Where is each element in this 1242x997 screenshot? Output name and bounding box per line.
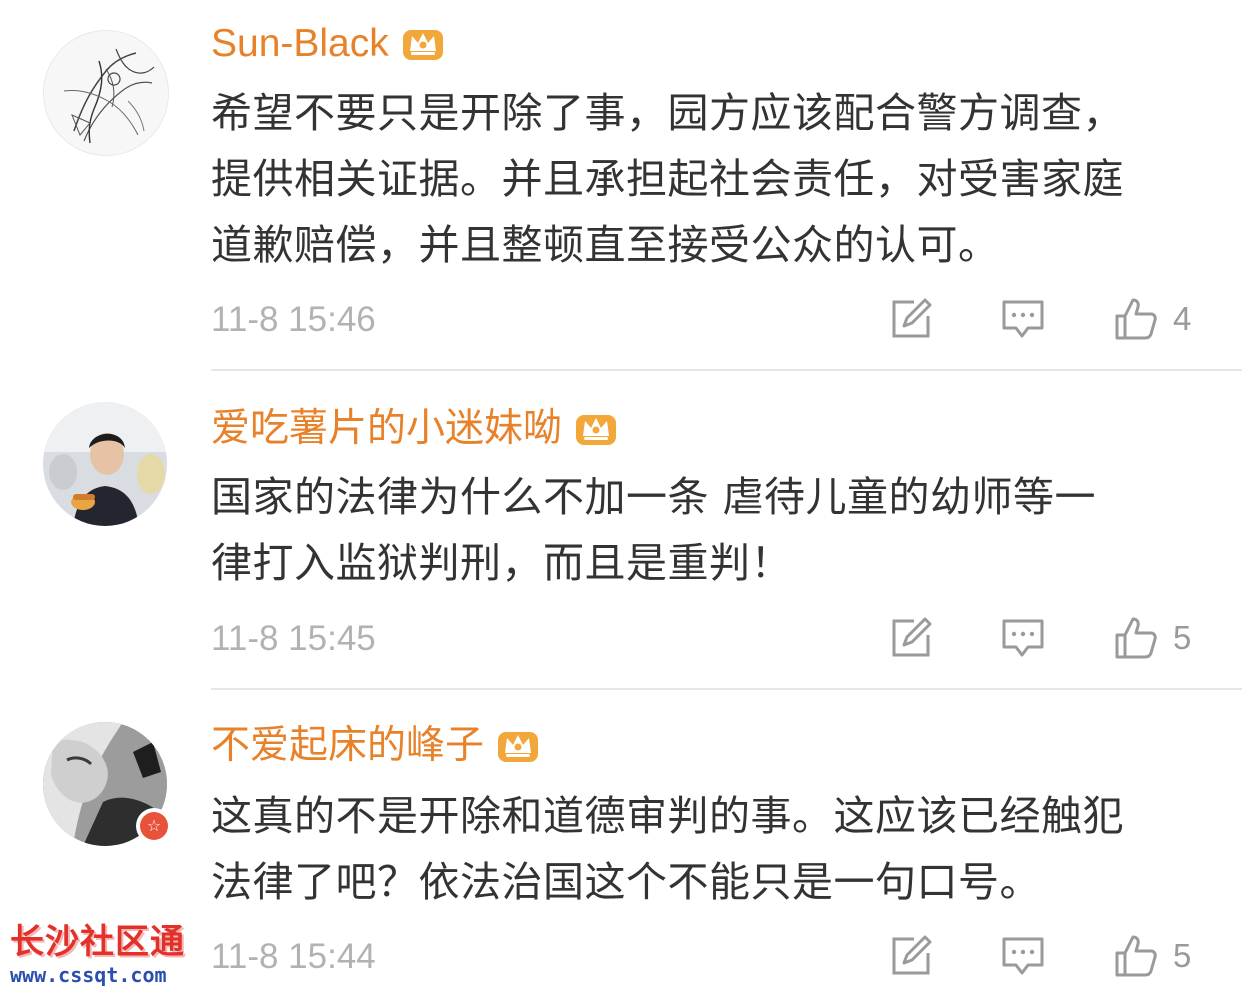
like-button[interactable]: 5 bbox=[1113, 933, 1191, 979]
timestamp: 11-8 15:44 bbox=[211, 937, 376, 976]
comment-text: 希望不要只是开除了事，园方应该配合警方调查， 提供相关证据。并且承担起社会责任，… bbox=[211, 89, 1124, 269]
vip-crown-icon bbox=[401, 24, 445, 62]
like-count: 5 bbox=[1173, 619, 1192, 656]
comment-item: ☆ 不爱起床的峰子 这真的不是开除和道德审判的事。这应该已经触犯 法律了吧？依法… bbox=[0, 690, 1242, 997]
watermark-title: 长沙社区通 bbox=[10, 922, 185, 962]
username-row: 爱吃薯片的小迷妹呦 bbox=[211, 398, 618, 458]
verified-star-badge-icon: ☆ bbox=[140, 812, 168, 840]
comment-meta-row: 11-8 15:45 5 bbox=[211, 615, 1201, 665]
comment-meta-row: 11-8 15:44 5 bbox=[211, 933, 1201, 983]
username[interactable]: 不爱起床的峰子 bbox=[211, 726, 484, 765]
comment-item: 爱吃薯片的小迷妹呦 国家的法律为什么不加一条 虐待儿童的幼师等一 律打入监狱判刑… bbox=[0, 372, 1242, 688]
avatar[interactable] bbox=[43, 30, 169, 156]
repost-icon bbox=[888, 933, 934, 979]
repost-button[interactable] bbox=[888, 296, 934, 342]
comment-icon bbox=[1000, 296, 1046, 342]
reply-button[interactable] bbox=[1000, 615, 1046, 661]
comment-text: 国家的法律为什么不加一条 虐待儿童的幼师等一 律打入监狱判刑，而且是重判！ bbox=[211, 473, 1097, 587]
reply-button[interactable] bbox=[1000, 296, 1046, 342]
avatar-sketch-image bbox=[44, 31, 168, 155]
thumbs-up-icon bbox=[1113, 933, 1159, 979]
thumbs-up-icon bbox=[1113, 296, 1159, 342]
reply-button[interactable] bbox=[1000, 933, 1046, 979]
repost-button[interactable] bbox=[888, 615, 934, 661]
comment-text: 这真的不是开除和道德审判的事。这应该已经触犯 法律了吧？依法治国这个不能只是一句… bbox=[211, 792, 1124, 906]
username-row: 不爱起床的峰子 bbox=[211, 715, 540, 775]
comment-item: Sun-Black 希望不要只是开除了事，园方应该配合警方调查， 提供相关证据。… bbox=[0, 0, 1242, 370]
timestamp: 11-8 15:45 bbox=[211, 619, 376, 658]
timestamp: 11-8 15:46 bbox=[211, 300, 376, 339]
watermark-url: www.cssqt.com bbox=[10, 963, 167, 987]
site-watermark: 长沙社区通 www.cssqt.com bbox=[10, 922, 185, 988]
like-count: 4 bbox=[1173, 300, 1192, 337]
username[interactable]: Sun-Black bbox=[211, 24, 389, 63]
like-button[interactable]: 4 bbox=[1113, 296, 1191, 342]
divider bbox=[211, 369, 1242, 371]
repost-icon bbox=[888, 615, 934, 661]
vip-crown-icon bbox=[574, 409, 618, 447]
like-count: 5 bbox=[1173, 937, 1192, 974]
comment-meta-row: 11-8 15:46 4 bbox=[211, 296, 1201, 346]
like-button[interactable]: 5 bbox=[1113, 615, 1191, 661]
avatar[interactable] bbox=[43, 402, 167, 526]
verified-badge: ☆ bbox=[136, 808, 172, 844]
avatar-photo-image bbox=[43, 402, 167, 526]
repost-button[interactable] bbox=[888, 933, 934, 979]
thumbs-up-icon bbox=[1113, 615, 1159, 661]
username[interactable]: 爱吃薯片的小迷妹呦 bbox=[211, 409, 562, 448]
comment-icon bbox=[1000, 615, 1046, 661]
comment-icon bbox=[1000, 933, 1046, 979]
vip-crown-icon bbox=[496, 726, 540, 764]
username-row: Sun-Black bbox=[211, 13, 445, 73]
repost-icon bbox=[888, 296, 934, 342]
